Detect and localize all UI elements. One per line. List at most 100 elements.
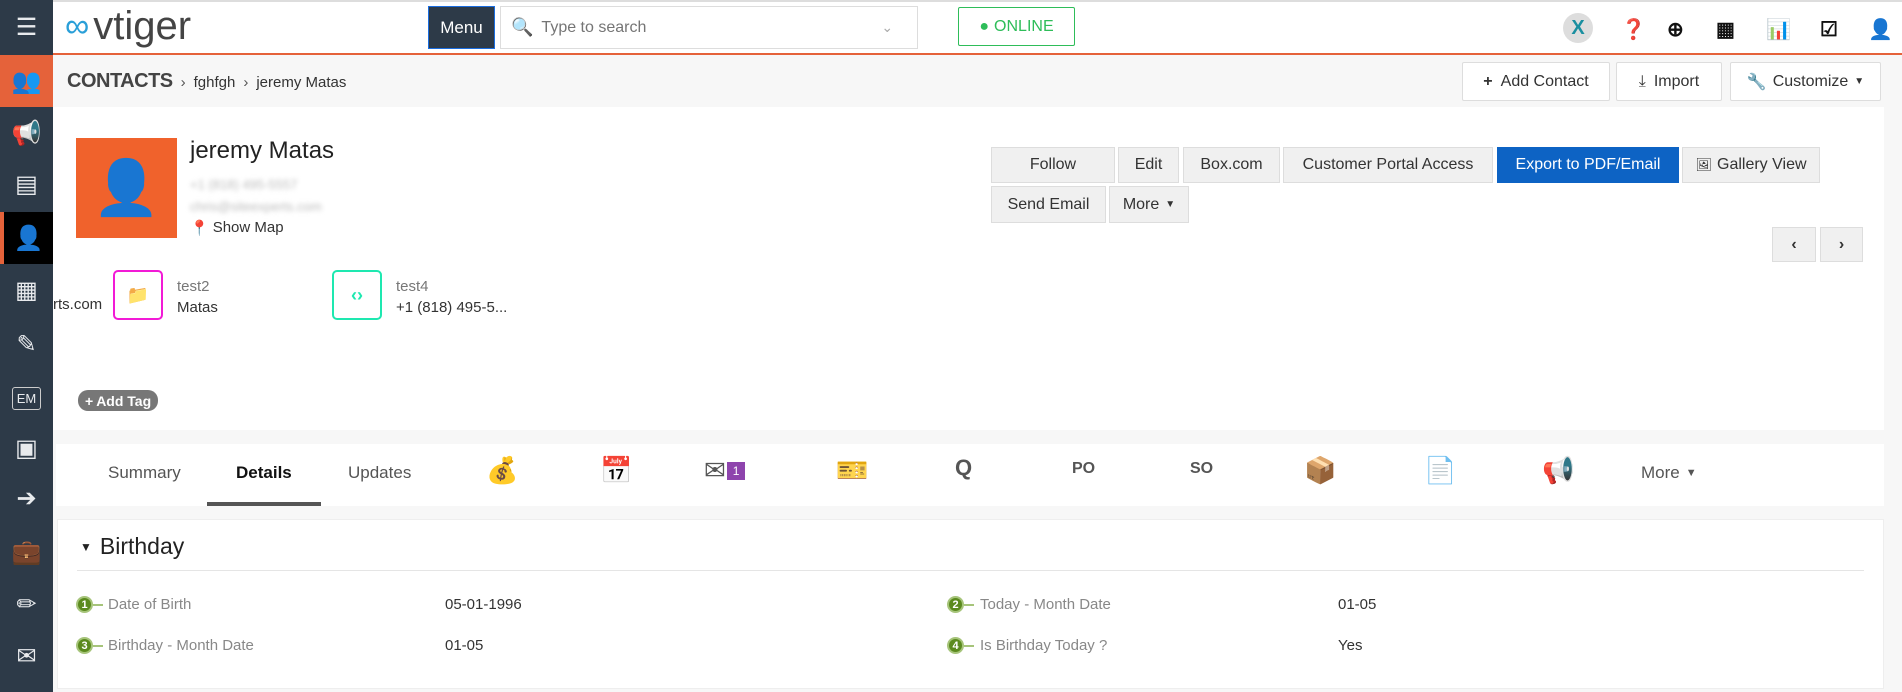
customer-portal-button[interactable]: Customer Portal Access [1283,147,1493,183]
documents-icon[interactable]: 📄 [1424,455,1456,486]
pencil-icon[interactable]: ✏ [0,578,53,630]
show-map-link[interactable]: 📍 Show Map [190,219,284,237]
online-label: ONLINE [994,17,1054,35]
field-value[interactable]: Yes [1338,637,1362,654]
field-number-badge: 1 [76,596,93,613]
add-tag-label: Add Tag [96,392,152,409]
money-bag-icon[interactable]: 💰 [486,455,518,486]
field-value[interactable]: 05-01-1996 [445,596,522,613]
organizations-icon[interactable]: ▦ [0,264,53,316]
em-label: EM [11,386,42,410]
field-label: Is Birthday Today ? [980,637,1108,654]
connector [93,645,103,647]
gallery-view-button[interactable]: 🖼 Gallery View [1682,147,1820,183]
field-label: Date of Birth [108,596,192,613]
calendar-icon[interactable]: 📅 [600,455,632,486]
tab-summary[interactable]: Summary [108,463,181,483]
divider [77,570,1864,571]
field-number-badge: 4 [947,637,964,654]
plus-circle-icon[interactable]: ⊕ [1667,17,1684,42]
breadcrumb-record: jeremy Matas [256,74,347,91]
mail-count-badge: 1 [726,461,746,480]
add-tag-button[interactable]: + Add Tag [78,390,159,411]
email-settings-icon[interactable]: ✉ [0,630,53,682]
quotes-icon[interactable]: Q [955,455,972,481]
check-square-icon[interactable]: ☑ [1820,17,1838,42]
caret-down-icon: ▼ [1854,76,1865,87]
export-pdf-button[interactable]: Export to PDF/Email [1497,147,1679,183]
box-button[interactable]: Box.com [1183,147,1280,183]
logo-text: vtiger [93,4,192,48]
breadcrumb: CONTACTS › fghfgh › jeremy Matas [67,70,347,93]
purchase-order-icon[interactable]: PO [1072,460,1095,478]
em-item[interactable]: EM [0,372,53,424]
prev-record-button[interactable]: ‹ [1772,227,1816,262]
edit-button[interactable]: Edit [1118,147,1179,183]
online-button[interactable]: ● ONLINE [958,7,1075,46]
partial-field-value: rts.com [53,296,103,313]
calendar-icon[interactable]: ▦ [1716,17,1735,42]
show-map-label: Show Map [212,219,284,236]
customize-label: Customize [1772,72,1849,90]
campaigns-icon[interactable]: 📢 [0,107,53,159]
add-contact-button[interactable]: + Add Contact [1462,62,1610,101]
chart-icon[interactable]: 📊 [1766,17,1791,42]
tab-updates[interactable]: Updates [348,463,411,483]
more-label: More [1641,463,1680,482]
chevron-down-icon[interactable]: ⌄ [881,19,893,36]
sales-order-icon[interactable]: SO [1190,460,1213,478]
send-email-button[interactable]: Send Email [991,186,1106,223]
leads-icon[interactable]: ▤ [0,158,53,210]
email-tab[interactable]: ✉ 1 [704,455,746,486]
caret-down-icon: ▼ [1685,467,1697,479]
folder-icon: 📁 [113,270,163,320]
field-value[interactable]: 01-05 [1338,596,1376,613]
contacts-module-icon[interactable]: 👥 [0,55,53,107]
field-number-badge: 3 [76,637,93,654]
record-name: jeremy Matas [190,137,335,164]
tab-details[interactable]: Details [236,463,292,483]
top-bar: ∞ vtiger Menu 🔍 ⌄ ●ONLINE X ❓ ⊕ ▦ 📊 ☑ 👤 [53,0,1902,55]
search-icon: 🔍 [511,17,534,37]
sidebar: ☰ 👥 📢 ▤ 👤 ▦ ✎ EM ▣ ➔ 💼 ✏ ✉ [0,0,53,692]
briefcase-icon[interactable]: 💼 [0,526,53,578]
more-actions-button[interactable]: More ▼ [1109,186,1189,223]
search-input[interactable] [541,18,882,37]
user-icon[interactable]: 👤 [1868,17,1893,42]
map-marker-icon: 📍 [190,220,209,237]
address-book-icon[interactable]: ▣ [0,422,53,474]
field-value[interactable]: 01-05 [445,637,483,654]
record-email: chris@siteexperts.com [190,199,322,214]
image-icon: 🖼 [1695,157,1712,172]
menu-button[interactable]: Menu [428,6,495,49]
x-logo-icon[interactable]: X [1563,13,1593,43]
next-record-button[interactable]: › [1820,227,1863,262]
code-icon: ‹› [332,270,382,320]
connector [964,604,974,606]
export-icon[interactable]: ➔ [0,472,53,524]
products-icon[interactable]: 📦 [1304,455,1336,486]
avatar: 👤 [76,138,177,238]
tab-more[interactable]: More ▼ [1641,463,1697,483]
envelope-icon: ✉ [704,455,726,485]
documents-icon[interactable]: ✎ [0,318,53,370]
campaigns-icon[interactable]: 📢 [1542,455,1574,486]
more-label: More [1122,195,1160,213]
customize-button[interactable]: 🔧 Customize ▼ [1730,62,1881,101]
download-icon: ⤓ [1638,72,1646,90]
key-field-label: test4 [396,278,429,295]
chat-icon: ● [979,17,990,35]
breadcrumb-module[interactable]: CONTACTS [67,70,173,93]
tickets-icon[interactable]: 🎫 [836,455,868,486]
follow-button[interactable]: Follow [991,147,1115,183]
help-icon[interactable]: ❓ [1621,17,1646,42]
contact-icon[interactable]: 👤 [0,212,53,264]
logo[interactable]: ∞ vtiger [65,4,191,49]
import-button[interactable]: ⤓ Import [1616,62,1722,101]
field-label: Today - Month Date [980,596,1111,613]
breadcrumb-list[interactable]: fghfgh [194,74,236,91]
block-header[interactable]: ▼ Birthday [80,533,184,560]
menu-icon[interactable]: ☰ [0,0,53,55]
field-label: Birthday - Month Date [108,637,254,654]
search-box[interactable]: 🔍 ⌄ [500,6,918,49]
